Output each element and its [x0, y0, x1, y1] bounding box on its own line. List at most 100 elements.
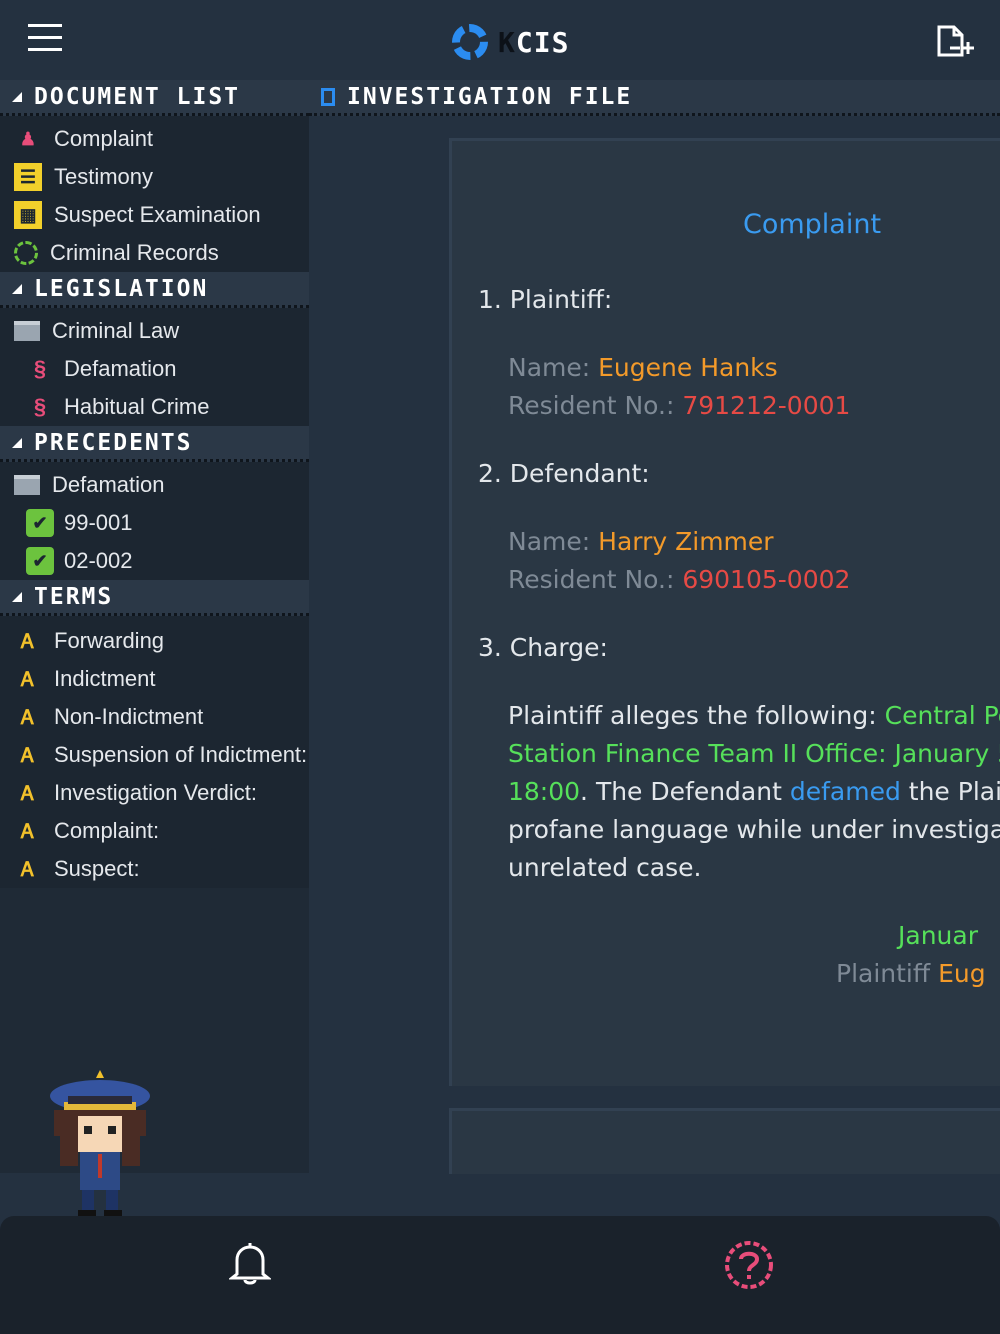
signature-date-row: Januar [478, 917, 1000, 955]
term-icon: Ꭺ [21, 667, 35, 691]
charge-location-date[interactable]: Station Finance Team II Office: January … [508, 739, 1000, 768]
check-icon: ✔ [26, 509, 54, 537]
section-header-legislation[interactable]: Legislation [0, 272, 309, 308]
charge-line: profane language while under investiga [508, 815, 1000, 844]
term-icon: Ꭺ [21, 819, 35, 843]
sidebar-item-label: Criminal Law [52, 318, 180, 343]
defendant-name[interactable]: Harry Zimmer [598, 527, 773, 556]
section-header-terms[interactable]: Terms [0, 580, 309, 616]
check-icon: ✔ [26, 547, 54, 575]
brand-prefix: K [498, 25, 516, 59]
brand-name: CIS [515, 25, 570, 59]
section-title: Legislation [34, 275, 209, 302]
charge-rest: the Plain [908, 777, 1000, 806]
document-icon [321, 87, 335, 106]
sidebar-item-defamation-folder[interactable]: Defamation [0, 466, 309, 504]
sidebar-item-term-suspect[interactable]: Ꭺ Suspect: [0, 850, 309, 888]
sidebar-item-label: Forwarding [54, 628, 165, 653]
signature-name[interactable]: Eug [938, 959, 986, 988]
sidebar-item-term-suspension[interactable]: Ꭺ Suspension of Indictment: [0, 736, 309, 774]
sidebar-item-term-forwarding[interactable]: Ꭺ Forwarding [0, 622, 309, 660]
field-label: Resident No.: [508, 391, 675, 420]
collapse-triangle-icon [12, 437, 22, 448]
charge-line: unrelated case. [508, 853, 702, 882]
plaintiff-resident-no[interactable]: 791212-0001 [682, 391, 850, 420]
help-circle-icon[interactable] [724, 1240, 774, 1290]
bottom-bar [0, 1216, 1000, 1334]
plaintiff-heading: 1. Plaintiff: [478, 285, 613, 314]
plaintiff-name[interactable]: Eugene Hanks [598, 353, 778, 382]
document-list: ♟ Complaint ☰ Testimony ▦ Suspect Examin… [0, 116, 309, 272]
sidebar-item-term-complaint[interactable]: Ꭺ Complaint: [0, 812, 309, 850]
investigation-file-header: Investigation File [309, 80, 1000, 116]
term-icon: Ꭺ [21, 857, 35, 881]
next-document-page [449, 1108, 1000, 1174]
defendant-name-row: Name: Harry Zimmer [478, 523, 1000, 561]
signature-date[interactable]: Januar [898, 921, 978, 950]
sidebar-item-habitual-crime[interactable]: § Habitual Crime [0, 388, 309, 426]
section-title: Terms [34, 583, 114, 610]
defendant-resident-no[interactable]: 690105-0002 [682, 565, 850, 594]
sidebar-item-criminal-records[interactable]: Criminal Records [0, 234, 309, 272]
sidebar-item-label: Defamation [52, 472, 165, 497]
suspect-examination-icon: ▦ [14, 201, 42, 229]
section-title: Precedents [34, 429, 193, 456]
law-section-icon: § [33, 394, 47, 419]
section-header-precedents[interactable]: Precedents [0, 426, 309, 462]
collapse-triangle-icon [12, 91, 22, 102]
complaint-icon: ♟ [19, 128, 37, 149]
sidebar-item-term-indictment[interactable]: Ꭺ Indictment [0, 660, 309, 698]
sidebar-item-suspect-examination[interactable]: ▦ Suspect Examination [0, 196, 309, 234]
charge-heading: 3. Charge: [478, 633, 608, 662]
sidebar-item-complaint[interactable]: ♟ Complaint [0, 120, 309, 158]
detective-avatar[interactable] [48, 1066, 152, 1216]
terms-list: Ꭺ Forwarding Ꭺ Indictment Ꭺ Non-Indictme… [0, 616, 309, 888]
menu-icon[interactable] [28, 24, 62, 54]
charge-lead: Plaintiff alleges the following: [508, 701, 877, 730]
field-label: Resident No.: [508, 565, 675, 594]
term-icon: Ꭺ [21, 629, 35, 653]
document-body: 1. Plaintiff: Name: Eugene Hanks Residen… [478, 281, 1000, 993]
section-title: Document List [34, 83, 241, 110]
document-export-icon[interactable] [936, 24, 976, 58]
plaintiff-resident-row: Resident No.: 791212-0001 [478, 387, 1000, 425]
legislation-list: Criminal Law § Defamation § Habitual Cri… [0, 308, 309, 426]
sidebar-item-defamation-law[interactable]: § Defamation [0, 350, 309, 388]
defendant-heading: 2. Defendant: [478, 459, 650, 488]
charge-time[interactable]: 18:00 [508, 777, 580, 806]
sidebar-item-testimony[interactable]: ☰ Testimony [0, 158, 309, 196]
section-header-document-list[interactable]: Document List [0, 80, 309, 116]
signature-row: Plaintiff Eug [478, 955, 1000, 993]
signature-label: Plaintiff [836, 959, 931, 988]
sidebar-item-precedent-99-001[interactable]: ✔ 99-001 [0, 504, 309, 542]
charge-keyword[interactable]: defamed [790, 777, 901, 806]
folder-icon [14, 475, 40, 495]
sidebar-item-label: 99-001 [64, 510, 133, 535]
sidebar-item-label: Suspension of Indictment: [54, 742, 308, 767]
document-title: Complaint [742, 209, 882, 240]
precedents-list: Defamation ✔ 99-001 ✔ 02-002 [0, 462, 309, 580]
collapse-triangle-icon [12, 591, 22, 602]
sidebar-item-term-non-indictment[interactable]: Ꭺ Non-Indictment [0, 698, 309, 736]
kcis-logo-icon [452, 24, 488, 60]
complaint-document[interactable]: Complaint 1. Plaintiff: Name: Eugene Han… [449, 138, 1000, 1086]
sidebar-item-precedent-02-002[interactable]: ✔ 02-002 [0, 542, 309, 580]
sidebar-item-term-investigation-verdict[interactable]: Ꭺ Investigation Verdict: [0, 774, 309, 812]
sidebar-item-label: Habitual Crime [64, 394, 210, 419]
field-label: Name: [508, 527, 591, 556]
sidebar-item-label: Defamation [64, 356, 177, 381]
folder-icon [14, 321, 40, 341]
sidebar: Document List ♟ Complaint ☰ Testimony ▦ … [0, 80, 309, 1173]
charge-location[interactable]: Central Po [885, 701, 1000, 730]
sidebar-item-label: Indictment [54, 666, 156, 691]
sidebar-item-criminal-law[interactable]: Criminal Law [0, 312, 309, 350]
term-icon: Ꭺ [21, 781, 35, 805]
bell-icon[interactable] [227, 1240, 273, 1286]
sidebar-item-label: 02-002 [64, 548, 133, 573]
defendant-resident-row: Resident No.: 690105-0002 [478, 561, 1000, 599]
sidebar-item-label: Suspect Examination [54, 202, 261, 227]
field-label: Name: [508, 353, 591, 382]
sidebar-item-label: Complaint: [54, 818, 160, 843]
charge-mid: . The Defendant [580, 777, 782, 806]
sidebar-item-label: Testimony [54, 164, 154, 189]
